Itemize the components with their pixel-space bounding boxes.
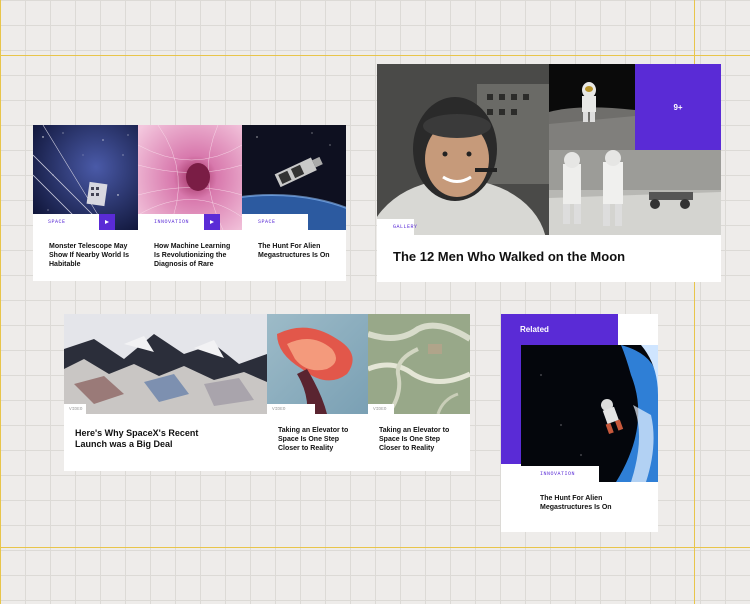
gallery-card: 9+ GALLERY The 12 Men Who Walked on the … bbox=[377, 64, 721, 282]
spacewalk-image[interactable] bbox=[521, 345, 658, 482]
video-title[interactable]: Here's Why SpaceX's Recent Launch was a … bbox=[75, 428, 215, 451]
article-title[interactable]: How Machine Learning Is Revolutionizing … bbox=[154, 243, 234, 269]
abstract-red-image[interactable] bbox=[267, 314, 368, 414]
video-title[interactable]: Taking an Elevator to Space Is One Step … bbox=[278, 427, 362, 453]
play-icon bbox=[210, 220, 214, 224]
article-title[interactable]: Monster Telescope May Show If Nearby Wor… bbox=[49, 243, 129, 269]
gallery-title[interactable]: The 12 Men Who Walked on the Moon bbox=[393, 249, 693, 265]
video-tag[interactable]: VIDEO bbox=[368, 404, 394, 414]
layout-guide bbox=[0, 0, 1, 604]
gallery-count-badge[interactable]: 9+ bbox=[635, 64, 721, 150]
video-title[interactable]: Taking an Elevator to Space Is One Step … bbox=[379, 427, 463, 453]
river-delta-image[interactable] bbox=[368, 314, 470, 414]
layout-guide bbox=[0, 547, 750, 548]
video-tag[interactable]: VIDEO bbox=[267, 404, 315, 414]
play-button[interactable] bbox=[99, 214, 115, 230]
related-title[interactable]: The Hunt For Alien Megastructures Is On bbox=[540, 495, 640, 513]
category-tag[interactable]: INNOVATION bbox=[521, 466, 599, 482]
layout-guide bbox=[0, 55, 750, 56]
lunar-rover-image[interactable] bbox=[549, 150, 721, 235]
category-tag[interactable]: GALLERY bbox=[377, 219, 417, 235]
related-label: Related bbox=[520, 325, 549, 334]
video-tag[interactable]: VIDEO bbox=[64, 404, 86, 414]
astronaut-portrait-image[interactable] bbox=[377, 64, 549, 235]
category-tag[interactable]: INNOVATION bbox=[138, 214, 204, 230]
polygon-mountains-image[interactable] bbox=[64, 314, 267, 414]
category-tag[interactable]: SPACE bbox=[33, 214, 99, 230]
moonwalk-image[interactable] bbox=[549, 64, 635, 150]
article-strip-card: SPACE Monster Telescope May Show If Near… bbox=[33, 125, 346, 281]
article-title[interactable]: The Hunt For Alien Megastructures Is On bbox=[258, 243, 338, 261]
play-button[interactable] bbox=[204, 214, 220, 230]
category-tag[interactable]: SPACE bbox=[242, 214, 308, 230]
play-icon bbox=[105, 220, 109, 224]
gallery-count: 9+ bbox=[673, 102, 683, 112]
video-strip-card: VIDEO VIDEO VIDEO Here's Why SpaceX's Re… bbox=[64, 314, 470, 471]
related-card: Related INNOVATION The Hunt For Alien Me… bbox=[501, 314, 658, 532]
